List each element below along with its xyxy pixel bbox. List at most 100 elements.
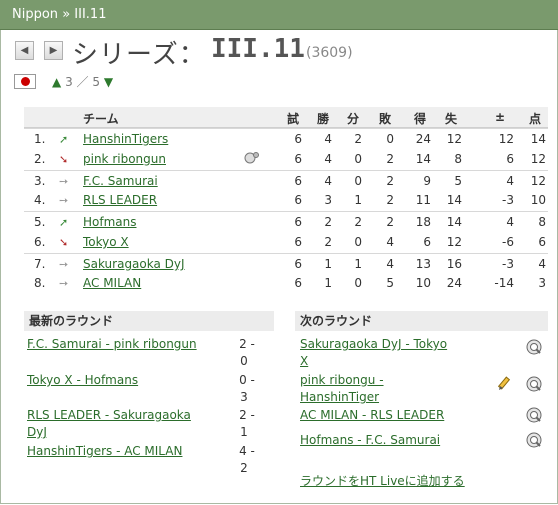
latest-match-link[interactable]: F.C. Samurai - pink ribongun xyxy=(27,336,197,353)
next-match-link[interactable]: AC MILAN - RLS LEADER xyxy=(300,407,444,424)
goal-diff-cell: -3 xyxy=(502,257,514,271)
table-row: 4. ➙ RLS LEADER 6 3 1 2 11 14 -3 10 xyxy=(24,190,548,210)
played-cell: 6 xyxy=(294,215,302,229)
goals-for-cell: 24 xyxy=(415,132,431,146)
goal-diff-cell: -6 xyxy=(502,235,514,249)
table-row: 7. ➙ Sakuragaoka DyJ 6 1 1 4 13 16 -3 4 xyxy=(24,253,548,274)
col-played: 試 xyxy=(287,112,300,126)
table-row: 6. ➘ Tokyo X 6 2 0 4 6 12 -6 6 xyxy=(24,232,548,252)
won-cell: 3 xyxy=(324,193,332,207)
pencil-icon[interactable] xyxy=(497,376,513,392)
trend-down-icon: ➘ xyxy=(59,236,69,249)
team-link[interactable]: F.C. Samurai xyxy=(83,174,158,188)
played-cell: 6 xyxy=(294,276,302,290)
team-link[interactable]: RLS LEADER xyxy=(83,193,157,207)
away-score: 2 xyxy=(240,461,248,475)
table-row: 8. ➙ AC MILAN 6 1 0 5 10 24 -14 3 xyxy=(24,273,548,293)
match-title: RLS LEADER - Sakuragaoka xyxy=(27,408,191,422)
drawn-cell: 0 xyxy=(354,174,362,188)
home-score: 4 - xyxy=(239,444,255,458)
goal-diff-cell: -14 xyxy=(494,276,514,290)
points-cell: 12 xyxy=(530,174,546,188)
drawn-cell: 1 xyxy=(354,257,362,271)
goal-diff-cell: 4 xyxy=(506,215,514,229)
drawn-cell: 2 xyxy=(354,215,362,229)
table-header: チーム 試 勝 分 敗 得 失 ± 点 xyxy=(24,107,548,128)
drawn-cell: 0 xyxy=(354,235,362,249)
arrow-right-icon: ▶ xyxy=(49,45,58,56)
col-lost: 敗 xyxy=(379,112,392,126)
drawn-cell: 1 xyxy=(354,193,362,207)
latest-match-link[interactable]: HanshinTigers - AC MILAN xyxy=(27,443,182,460)
next-match-link[interactable]: pink ribongu - HanshinTiger xyxy=(300,372,384,406)
goals-for-cell: 14 xyxy=(415,152,431,166)
level-current: 3 xyxy=(65,75,73,89)
row-position: 2. xyxy=(34,152,46,166)
level-up-icon[interactable]: ▲ xyxy=(52,75,61,89)
played-cell: 6 xyxy=(294,152,302,166)
japan-flag-icon[interactable] xyxy=(14,74,36,89)
team-link[interactable]: HanshinTigers xyxy=(83,132,168,146)
team-link[interactable]: AC MILAN xyxy=(83,276,141,290)
goals-for-cell: 6 xyxy=(423,235,431,249)
add-to-live-link[interactable]: ラウンドをHT Liveに追加する xyxy=(300,473,465,490)
row-position: 8. xyxy=(34,276,46,290)
trend-up-icon: ➚ xyxy=(59,133,69,146)
col-team: チーム xyxy=(83,112,119,126)
next-round-header: 次のラウンド xyxy=(295,311,548,331)
won-cell: 4 xyxy=(324,132,332,146)
table-row: 2. ➘ pink ribongun 6 4 0 2 14 8 6 12 xyxy=(24,149,548,169)
lost-cell: 5 xyxy=(386,276,394,290)
goals-against-cell: 14 xyxy=(446,215,462,229)
goals-against-cell: 16 xyxy=(446,257,462,271)
points-cell: 8 xyxy=(538,215,546,229)
view-match-icon[interactable] xyxy=(526,432,542,448)
won-cell: 2 xyxy=(324,235,332,249)
col-goal-diff: ± xyxy=(495,110,506,124)
view-match-icon[interactable] xyxy=(526,339,542,355)
latest-match-link[interactable]: RLS LEADER - Sakuragaoka DyJ xyxy=(27,407,191,441)
won-cell: 4 xyxy=(324,174,332,188)
next-match-link[interactable]: Hofmans - F.C. Samurai xyxy=(300,432,440,449)
goal-diff-cell: 4 xyxy=(506,174,514,188)
points-cell: 3 xyxy=(538,276,546,290)
trend-down-icon: ➘ xyxy=(59,153,69,166)
row-position: 7. xyxy=(34,257,46,271)
breadcrumb-parent[interactable]: Nippon xyxy=(12,7,58,22)
lost-cell: 4 xyxy=(386,257,394,271)
match-title: Sakuragaoka DyJ - Tokyo xyxy=(300,337,448,351)
match-title: Hofmans - F.C. Samurai xyxy=(300,433,441,447)
lost-cell: 2 xyxy=(386,174,394,188)
next-series-button[interactable]: ▶ xyxy=(44,41,63,60)
team-link[interactable]: Hofmans xyxy=(83,215,137,229)
level-down-icon[interactable]: ▼ xyxy=(104,75,113,89)
next-match-link[interactable]: Sakuragaoka DyJ - Tokyo X xyxy=(300,336,447,370)
home-score: 2 - xyxy=(239,337,255,351)
away-score: 1 xyxy=(240,425,248,439)
trend-same-icon: ➙ xyxy=(59,277,69,290)
series-id: (3609) xyxy=(306,45,353,61)
table-row: 5. ➚ Hofmans 6 2 2 2 18 14 4 8 xyxy=(24,211,548,232)
arrow-left-icon: ◀ xyxy=(20,45,29,56)
view-match-icon[interactable] xyxy=(526,407,542,423)
row-position: 1. xyxy=(34,132,46,146)
goals-against-cell: 14 xyxy=(446,193,462,207)
latest-match-link[interactable]: Tokyo X - Hofmans xyxy=(27,372,138,389)
won-cell: 1 xyxy=(324,257,332,271)
col-won: 勝 xyxy=(317,112,330,126)
points-cell: 6 xyxy=(538,235,546,249)
played-cell: 6 xyxy=(294,132,302,146)
view-match-icon[interactable] xyxy=(526,376,542,392)
table-row: 1. ➚ HanshinTigers 6 4 2 0 24 12 12 14 xyxy=(24,128,548,149)
row-position: 5. xyxy=(34,215,46,229)
team-link[interactable]: Sakuragaoka DyJ xyxy=(83,257,185,271)
team-link[interactable]: Tokyo X xyxy=(83,235,129,249)
match-icon[interactable] xyxy=(244,151,260,165)
trend-same-icon: ➙ xyxy=(59,175,69,188)
match-title: pink ribongu - xyxy=(300,373,384,387)
goals-for-cell: 10 xyxy=(415,276,431,290)
team-link[interactable]: pink ribongun xyxy=(83,152,166,166)
prev-series-button[interactable]: ◀ xyxy=(15,41,34,60)
home-score: 2 - xyxy=(239,408,255,422)
drawn-cell: 0 xyxy=(354,152,362,166)
